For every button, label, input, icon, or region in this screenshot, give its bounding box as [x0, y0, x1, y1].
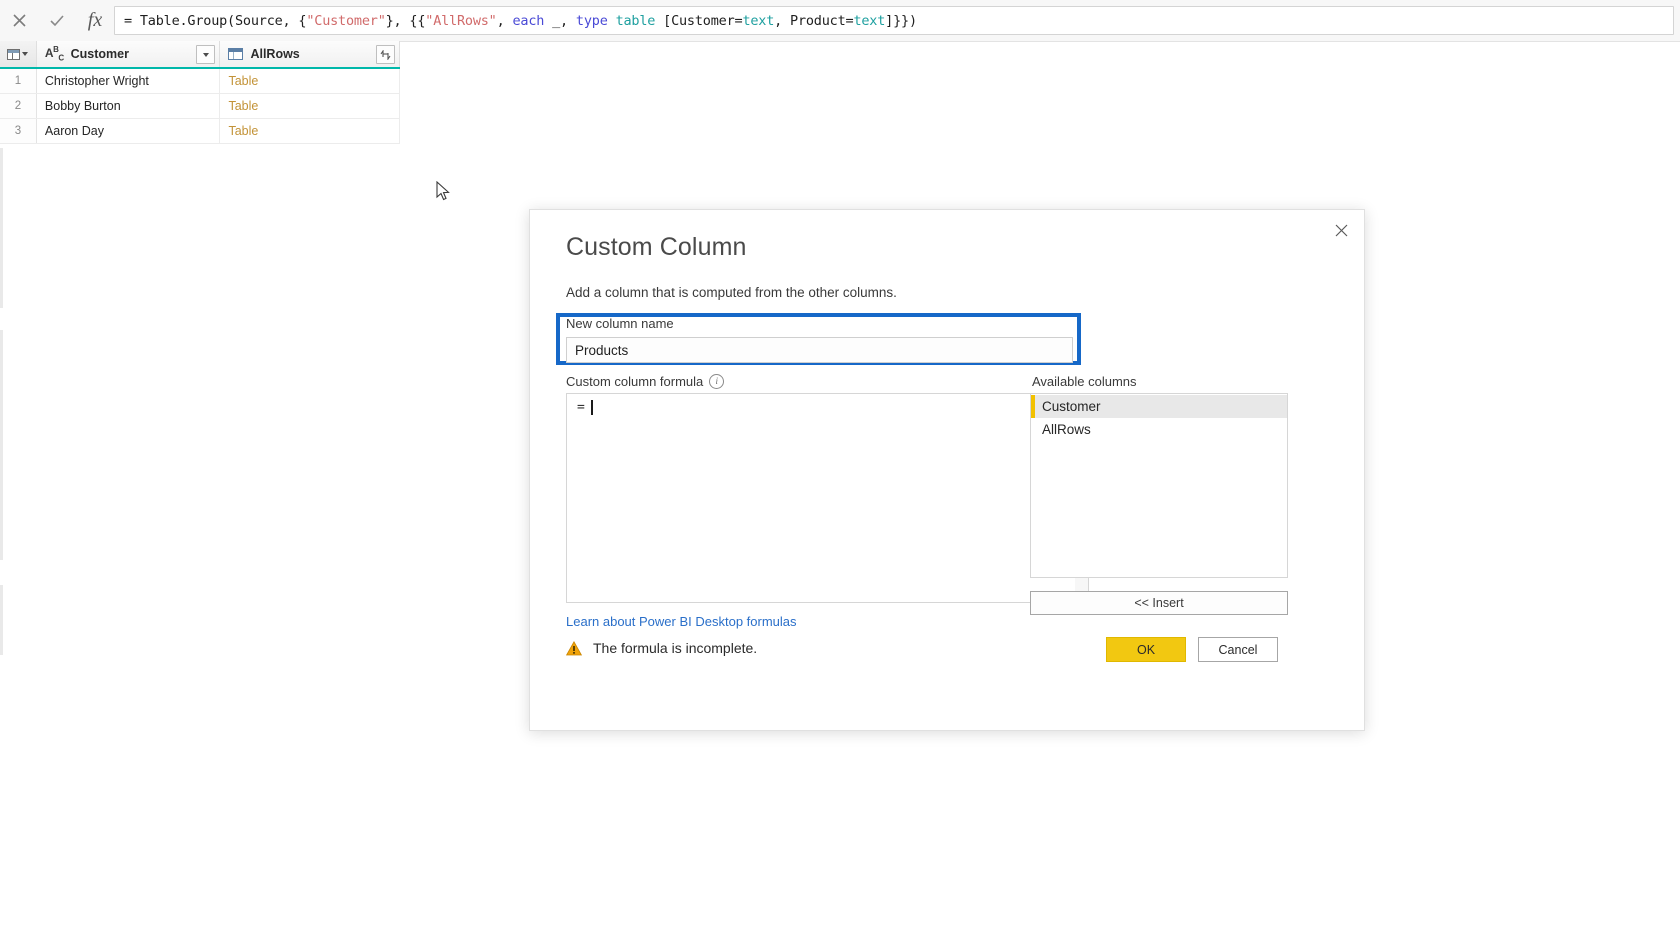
custom-column-dialog: Custom Column Add a column that is compu… — [529, 209, 1365, 731]
formula-bar: fx = Table.Group(Source, {"Customer"}, {… — [0, 0, 1680, 42]
cell-customer[interactable]: Christopher Wright — [37, 69, 221, 93]
new-column-name-label: New column name — [566, 316, 674, 331]
status-message-text: The formula is incomplete. — [593, 640, 758, 656]
data-preview-grid: ABC Customer AllRows 1 Christopher Wrigh… — [0, 41, 400, 144]
left-edge-divider — [0, 148, 3, 308]
formula-token: }, {{ — [385, 12, 426, 29]
fx-icon: fx — [87, 9, 103, 31]
formula-token: text — [742, 12, 775, 29]
column-header-customer[interactable]: ABC Customer — [37, 41, 221, 67]
warning-icon — [565, 640, 583, 656]
formula-token: table — [615, 12, 656, 29]
cell-customer[interactable]: Aaron Day — [37, 119, 221, 143]
formula-editor-value: = — [577, 400, 585, 415]
commit-edit-icon[interactable] — [38, 0, 76, 41]
column-header-label: AllRows — [250, 47, 300, 61]
left-edge-divider — [0, 585, 3, 655]
available-column-item-customer[interactable]: Customer — [1031, 395, 1287, 418]
formula-token: _, — [544, 12, 576, 29]
cell-allrows[interactable]: Table — [220, 94, 400, 118]
ok-button[interactable]: OK — [1106, 637, 1186, 662]
available-column-label: Customer — [1042, 399, 1101, 414]
cell-customer[interactable]: Bobby Burton — [37, 94, 221, 118]
available-column-label: AllRows — [1042, 422, 1091, 437]
formula-token — [608, 13, 616, 29]
cell-allrows[interactable]: Table — [220, 69, 400, 93]
select-all-corner-button[interactable] — [0, 41, 37, 67]
filter-dropdown-button-customer[interactable] — [196, 45, 216, 64]
formula-label-text: Custom column formula — [566, 374, 704, 389]
column-header-allrows[interactable]: AllRows — [220, 41, 400, 67]
formula-token: type — [575, 12, 608, 29]
status-message: The formula is incomplete. — [565, 640, 758, 656]
table-row[interactable]: 2 Bobby Burton Table — [0, 94, 400, 119]
text-cursor — [590, 400, 593, 415]
formula-token: [Customer= — [655, 12, 743, 29]
formula-token: "Customer" — [306, 12, 386, 29]
insert-button[interactable]: << Insert — [1030, 591, 1288, 615]
table-grid-icon — [7, 48, 21, 60]
available-column-item-allrows[interactable]: AllRows — [1031, 418, 1287, 441]
left-edge-divider — [0, 330, 3, 560]
formula-token: each — [512, 12, 545, 29]
formula-input[interactable]: = Table.Group(Source, {"Customer"}, {{"A… — [114, 6, 1674, 35]
learn-formulas-link[interactable]: Learn about Power BI Desktop formulas — [566, 614, 797, 629]
available-columns-list[interactable]: Customer AllRows — [1030, 393, 1288, 578]
chevron-down-icon — [202, 52, 209, 57]
custom-column-formula-label: Custom column formula i — [566, 374, 725, 389]
row-number: 3 — [0, 119, 37, 143]
formula-token: , Product= — [774, 12, 854, 29]
cancel-button[interactable]: Cancel — [1198, 637, 1278, 662]
row-number: 1 — [0, 69, 37, 93]
formula-editor-line: = — [567, 394, 1075, 415]
table-type-icon — [228, 48, 244, 60]
table-row[interactable]: 3 Aaron Day Table — [0, 119, 400, 144]
close-icon[interactable] — [1326, 216, 1356, 244]
formula-token: = Table.Group(Source, { — [124, 12, 307, 29]
new-column-name-input[interactable] — [566, 337, 1073, 363]
chevron-down-icon — [22, 52, 29, 56]
abc-text-type-icon: ABC — [44, 45, 64, 63]
cell-allrows[interactable]: Table — [220, 119, 400, 143]
formula-token: , — [496, 12, 513, 29]
custom-column-formula-editor[interactable]: = — [566, 393, 1075, 603]
cancel-edit-icon[interactable] — [0, 0, 38, 41]
formula-token: ]}}) — [885, 12, 917, 29]
column-header-label: Customer — [70, 47, 129, 61]
formula-token: "AllRows" — [425, 12, 497, 29]
available-columns-label: Available columns — [1032, 374, 1137, 389]
formula-token: text — [853, 12, 886, 29]
table-row[interactable]: 1 Christopher Wright Table — [0, 69, 400, 94]
mouse-pointer-icon — [436, 180, 452, 203]
dialog-subtitle: Add a column that is computed from the o… — [566, 285, 897, 300]
row-number: 2 — [0, 94, 37, 118]
dialog-title: Custom Column — [566, 233, 747, 261]
expand-column-button-allrows[interactable] — [376, 45, 395, 64]
grid-header-row: ABC Customer AllRows — [0, 41, 400, 69]
info-icon[interactable]: i — [709, 374, 725, 389]
